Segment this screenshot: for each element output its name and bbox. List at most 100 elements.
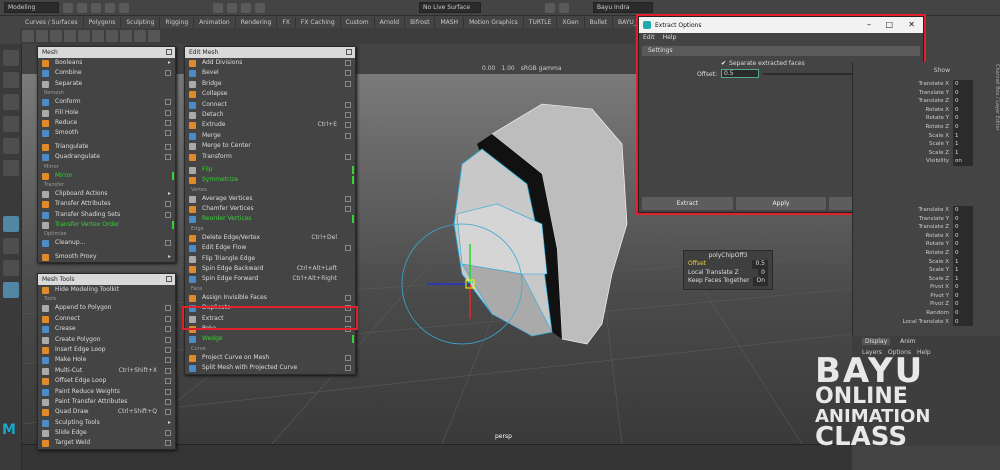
option-box-icon[interactable] <box>165 367 171 374</box>
option-box-icon[interactable] <box>165 378 171 385</box>
channel-value[interactable]: 0 <box>953 283 973 292</box>
select-tool-icon[interactable] <box>3 50 19 66</box>
channel-row[interactable]: Scale Z 1 <box>853 148 1000 158</box>
channel-row[interactable]: Scale Y 1 <box>853 266 1000 275</box>
option-box-icon[interactable] <box>345 294 351 301</box>
option-box-icon[interactable] <box>345 60 351 66</box>
panel-value-2[interactable]: 1.00 <box>501 65 514 72</box>
channel-value[interactable]: 1 <box>953 257 973 267</box>
shelf-tab-motion-graphics[interactable]: Motion Graphics <box>464 17 524 28</box>
save-scene-icon[interactable] <box>91 2 101 13</box>
option-box-icon[interactable] <box>165 315 171 322</box>
menu-item-multi-cut[interactable]: Multi-Cut Ctrl+Shift+X <box>38 366 175 376</box>
menu-item-merge[interactable]: Merge <box>185 131 355 141</box>
option-box-icon[interactable] <box>165 70 171 77</box>
shelf-tab-sculpting[interactable]: Sculpting <box>121 17 161 28</box>
channel-row[interactable]: Rotate Y 0 <box>853 240 1000 249</box>
channel-value[interactable]: 0 <box>953 97 973 106</box>
tab-display[interactable]: Display <box>862 338 891 345</box>
option-box-icon[interactable] <box>345 122 351 129</box>
menu-item-hide-modeling-toolkit[interactable]: Hide Modeling Toolkit <box>38 285 175 295</box>
shelf-icon[interactable] <box>134 30 146 42</box>
channel-row[interactable]: Scale Y 1 <box>853 140 1000 149</box>
shelf-icon[interactable] <box>22 30 34 42</box>
channel-row[interactable]: Local Translate X0 <box>853 317 1000 327</box>
panel-value-1[interactable]: 0.00 <box>482 65 495 72</box>
colorspace-field[interactable]: sRGB gamma <box>521 65 562 72</box>
menu-item-extrude[interactable]: Extrude Ctrl+E <box>185 120 355 130</box>
option-box-icon[interactable] <box>165 154 171 161</box>
channel-row[interactable]: Pivot Z 0 <box>853 300 1000 310</box>
hud-row[interactable]: Local Translate Z 0 <box>684 268 772 277</box>
menu-item-add-divisions[interactable]: Add Divisions <box>185 58 355 68</box>
option-box-icon[interactable] <box>165 388 171 395</box>
channel-value[interactable]: 0 <box>953 105 973 115</box>
channel-row[interactable]: Rotate X 0 <box>853 231 1000 241</box>
channel-row[interactable]: Pivot Y 0 <box>853 291 1000 301</box>
channel-value[interactable]: 0 <box>953 223 973 232</box>
shelf-tab-xgen[interactable]: XGen <box>557 17 585 28</box>
menu-item-triangulate[interactable]: Triangulate <box>38 142 175 152</box>
channel-value[interactable]: 1 <box>953 148 973 158</box>
shelf-icon[interactable] <box>92 30 104 42</box>
scale-tool-icon[interactable] <box>3 160 19 176</box>
channel-value[interactable]: 0 <box>953 205 973 215</box>
channel-value[interactable]: 1 <box>953 274 973 284</box>
option-box-icon[interactable] <box>345 132 351 139</box>
shelf-icon[interactable] <box>50 30 62 42</box>
channel-value[interactable]: 0 <box>953 214 973 224</box>
menu-item-merge-to-center[interactable]: Merge to Center <box>185 141 355 151</box>
undo-icon[interactable] <box>105 2 115 13</box>
hud-row[interactable]: Keep Faces Together On <box>684 277 772 286</box>
menu-item-separate[interactable]: Separate <box>38 79 175 89</box>
menu-item-flip-triangle-edge[interactable]: Flip Triangle Edge <box>185 254 355 264</box>
menu-item-connect[interactable]: Connect <box>38 314 175 324</box>
option-box-icon[interactable] <box>345 206 351 213</box>
channel-value[interactable]: 1 <box>953 140 973 149</box>
menu-item-transfer-vertex-order[interactable]: Transfer Vertex Order <box>38 220 175 230</box>
menu-item-detach[interactable]: Detach <box>185 110 355 120</box>
shelf-tab-fx[interactable]: FX <box>277 17 296 28</box>
shelf-tab-polygons[interactable]: Polygons <box>84 17 122 28</box>
shelf-tab-custom[interactable]: Custom <box>341 17 375 28</box>
menu-item-symmetrize[interactable]: Symmetrize <box>185 175 355 185</box>
menu-item-edit-edge-flow[interactable]: Edit Edge Flow <box>185 243 355 253</box>
channel-row[interactable]: Translate Y 0 <box>853 214 1000 224</box>
menu-item-conform[interactable]: Conform <box>38 97 175 107</box>
shelf-tab-bullet[interactable]: Bullet <box>585 17 613 28</box>
snap-point-icon[interactable] <box>255 2 265 13</box>
paint-select-icon[interactable] <box>3 94 19 110</box>
channel-row[interactable]: Translate X0 <box>853 205 1000 215</box>
shelf-tab-curves-surfaces[interactable]: Curves / Surfaces <box>20 17 84 28</box>
hud-value[interactable]: 0.5 <box>752 260 768 269</box>
option-box-icon[interactable] <box>345 111 351 118</box>
menu-item-fill-hole[interactable]: Fill Hole <box>38 108 175 118</box>
option-box-icon[interactable] <box>165 346 171 353</box>
shelf-tab-mash[interactable]: MASH <box>435 17 465 28</box>
menu-item-split-mesh-with-projected-curve[interactable]: Split Mesh with Projected Curve <box>185 363 355 373</box>
live-surface-field[interactable]: No Live Surface <box>419 2 481 13</box>
option-box-icon[interactable] <box>165 305 171 312</box>
snap-grid-icon[interactable] <box>227 2 237 13</box>
option-box-icon[interactable] <box>165 326 171 333</box>
menu-item-spin-edge-forward[interactable]: Spin Edge Forward Ctrl+Alt+Right <box>185 274 355 284</box>
option-box-icon[interactable] <box>165 211 171 218</box>
menu-item-paint-reduce-weights[interactable]: Paint Reduce Weights <box>38 387 175 397</box>
shelf-tab-arnold[interactable]: Arnold <box>375 17 406 28</box>
menu-item-insert-edge-loop[interactable]: Insert Edge Loop <box>38 345 175 355</box>
menu-item-smooth-proxy[interactable]: Smooth Proxy ▸ <box>38 252 175 262</box>
menu-item-chamfer-vertices[interactable]: Chamfer Vertices <box>185 204 355 214</box>
channel-value[interactable]: 0 <box>953 309 973 318</box>
open-scene-icon[interactable] <box>77 2 87 13</box>
menu-item-clipboard-actions[interactable]: Clipboard Actions ▸ <box>38 189 175 199</box>
tearoff-icon[interactable] <box>166 276 172 282</box>
shelf-icon[interactable] <box>64 30 76 42</box>
menu-item-combine[interactable]: Combine <box>38 68 175 78</box>
option-box-icon[interactable] <box>165 336 171 343</box>
option-box-icon[interactable] <box>345 195 351 202</box>
tab-anim[interactable]: Anim <box>900 338 915 345</box>
tearoff-icon[interactable] <box>166 49 172 55</box>
menu-item-cleanup[interactable]: Cleanup... <box>38 238 175 248</box>
new-scene-icon[interactable] <box>63 2 73 13</box>
channel-value[interactable]: 0 <box>953 114 973 123</box>
